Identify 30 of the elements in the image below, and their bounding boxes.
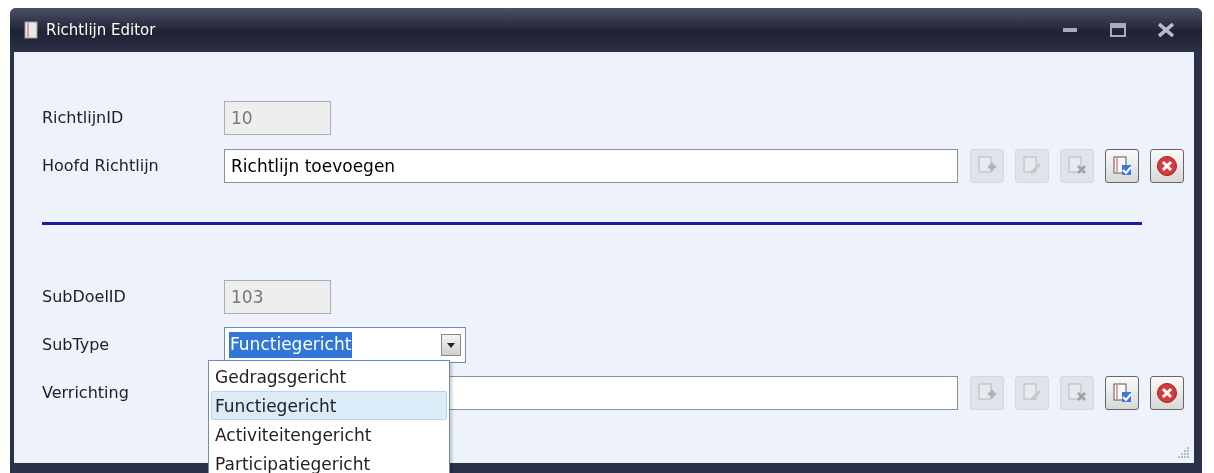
cancel-button[interactable]: [1150, 149, 1184, 183]
cancel-icon: [1156, 155, 1178, 177]
selected-value: Functiegericht: [229, 332, 353, 358]
cancel-icon: [1156, 382, 1178, 404]
maximize-icon: [1110, 23, 1126, 37]
save-page-icon: [1111, 382, 1133, 404]
dropdown-option[interactable]: Activiteitengericht: [211, 420, 447, 449]
close-icon: [1158, 23, 1174, 37]
minimize-icon: [1063, 27, 1077, 33]
dropdown-option[interactable]: Gedragsgericht: [211, 362, 447, 391]
window-title: Richtlijn Editor: [46, 19, 156, 41]
field-label: Verrichting: [42, 382, 130, 404]
notepad-icon: [24, 21, 38, 39]
resize-grip-icon: [1178, 447, 1190, 459]
dropdown-option[interactable]: Participatiegericht: [211, 449, 447, 473]
dropdown-option[interactable]: Functiegericht: [211, 391, 447, 420]
edit-page-icon: [1021, 155, 1043, 177]
field-label: SubType: [42, 334, 111, 356]
dropdown-field[interactable]: Functiegericht: [224, 327, 466, 363]
save-button[interactable]: [1105, 149, 1139, 183]
edit-page-icon: [1021, 382, 1043, 404]
save-button[interactable]: [1105, 376, 1139, 410]
text-field[interactable]: Richtlijn toevoegen: [224, 149, 958, 183]
dropdown-button[interactable]: [441, 334, 461, 356]
field-label: Hoofd Richtlijn: [42, 155, 160, 177]
field-label: RichtlijnID: [42, 107, 125, 129]
cancel-button[interactable]: [1150, 376, 1184, 410]
field-label: SubDoelID: [42, 286, 127, 308]
caret-icon: [447, 342, 455, 348]
save-page-icon: [1111, 155, 1133, 177]
